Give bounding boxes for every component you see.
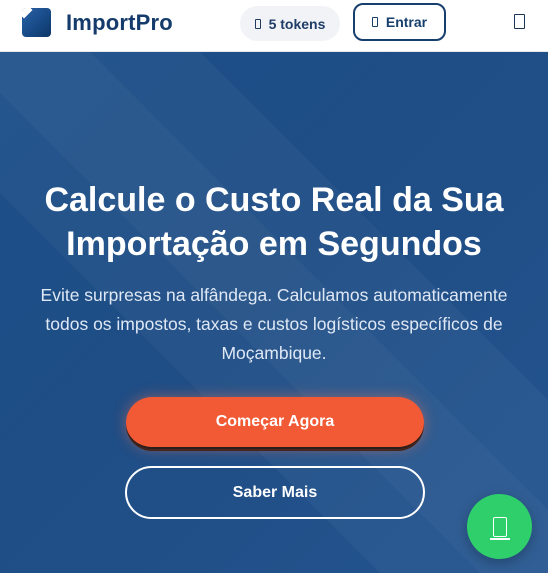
menu-icon[interactable] [514,14,525,29]
cube-logo-icon[interactable] [22,8,51,37]
login-icon [371,17,378,27]
brand-name[interactable]: ImportPro [66,10,173,36]
scrollbar-gutter [548,0,555,573]
tokens-badge[interactable]: 5 tokens [240,6,340,41]
whatsapp-icon [489,516,510,540]
login-label: Entrar [385,14,428,30]
top-header: ImportPro 5 tokens Entrar [0,0,555,52]
tokens-label: 5 tokens [268,15,326,32]
learn-more-button[interactable]: Saber Mais [125,466,425,519]
start-now-button[interactable]: Começar Agora [126,397,424,449]
hero-section: Calcule o Custo Real da Sua Importação e… [0,52,548,573]
login-button[interactable]: Entrar [353,3,446,41]
token-icon [254,18,261,29]
whatsapp-chat-button[interactable] [467,494,532,559]
hero-subtitle: Evite surpresas na alfândega. Calculamos… [40,285,508,363]
hero-title: Calcule o Custo Real da Sua Importação e… [44,181,504,263]
page: ImportPro 5 tokens Entrar Calcule o Cust… [0,0,555,573]
